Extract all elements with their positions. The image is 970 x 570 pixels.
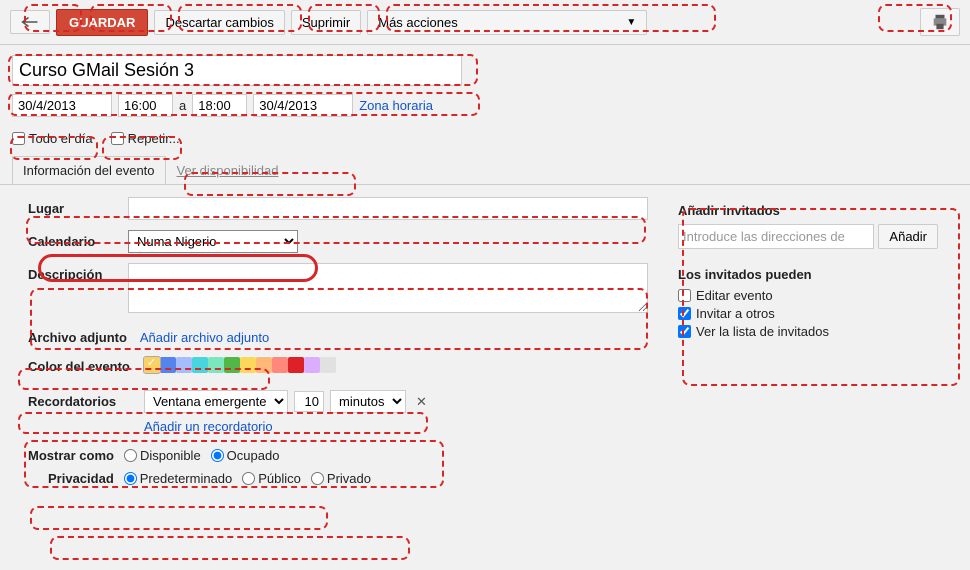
tab-availability[interactable]: Ver disponibilidad: [166, 156, 290, 184]
color-swatch[interactable]: [288, 357, 304, 373]
guest-permissions-title: Los invitados pueden: [678, 267, 938, 282]
end-date-input[interactable]: [253, 94, 353, 117]
privacy-private-radio[interactable]: Privado: [311, 471, 371, 486]
add-reminder-link[interactable]: Añadir un recordatorio: [144, 419, 273, 434]
start-time-input[interactable]: [118, 94, 173, 117]
attachment-label: Archivo adjunto: [28, 330, 127, 345]
show-as-busy-radio[interactable]: Ocupado: [211, 448, 280, 463]
reminder-unit-select[interactable]: minutos: [330, 390, 406, 413]
color-swatch[interactable]: [320, 357, 336, 373]
back-arrow-icon: [21, 15, 39, 29]
delete-button[interactable]: Suprimir: [291, 10, 361, 35]
print-button[interactable]: [920, 8, 960, 36]
printer-icon: [931, 13, 949, 31]
place-label: Lugar: [28, 197, 128, 216]
timezone-link[interactable]: Zona horaria: [359, 98, 433, 113]
color-swatch[interactable]: [192, 357, 208, 373]
color-swatch[interactable]: [160, 357, 176, 373]
annotation-overlay: [50, 536, 410, 560]
reminders-label: Recordatorios: [28, 394, 128, 409]
color-swatch[interactable]: [176, 357, 192, 373]
description-textarea[interactable]: [128, 263, 648, 313]
show-as-available-radio[interactable]: Disponible: [124, 448, 201, 463]
calendar-label: Calendario: [28, 230, 128, 249]
show-as-label: Mostrar como: [28, 448, 114, 463]
annotation-overlay: [30, 506, 328, 530]
repeat-checkbox[interactable]: Repetir...: [111, 131, 180, 146]
place-input[interactable]: [128, 197, 648, 220]
start-date-input[interactable]: [12, 94, 112, 117]
color-swatch[interactable]: [272, 357, 288, 373]
perm-edit-checkbox[interactable]: Editar evento: [678, 288, 938, 303]
to-label: a: [179, 98, 186, 113]
guest-email-input[interactable]: [678, 224, 874, 249]
more-actions-dropdown[interactable]: Más acciones ▼: [367, 10, 647, 35]
color-swatch[interactable]: [240, 357, 256, 373]
color-label: Color del evento: [28, 359, 130, 374]
end-time-input[interactable]: [192, 94, 247, 117]
remove-reminder-icon[interactable]: ✕: [412, 394, 431, 410]
discard-button[interactable]: Descartar cambios: [154, 10, 284, 35]
calendar-select[interactable]: Numa Nigerio: [128, 230, 298, 253]
more-actions-label: Más acciones: [378, 15, 457, 30]
back-button[interactable]: [10, 10, 50, 34]
save-button[interactable]: GUARDAR: [56, 9, 148, 36]
event-title-input[interactable]: [12, 55, 462, 86]
reminder-amount-input[interactable]: [294, 391, 324, 412]
guests-title: Añadir invitados: [678, 203, 938, 218]
reminder-method-select[interactable]: Ventana emergente: [144, 390, 288, 413]
color-swatch[interactable]: [256, 357, 272, 373]
add-attachment-link[interactable]: Añadir archivo adjunto: [140, 330, 269, 345]
date-time-row: a Zona horaria: [0, 90, 970, 121]
perm-invite-checkbox[interactable]: Invitar a otros: [678, 306, 938, 321]
color-row: Color del evento: [28, 357, 648, 376]
privacy-public-radio[interactable]: Público: [242, 471, 301, 486]
add-guest-button[interactable]: Añadir: [878, 224, 938, 249]
privacy-label: Privacidad: [48, 471, 114, 486]
perm-see-list-checkbox[interactable]: Ver la lista de invitados: [678, 324, 938, 339]
color-swatch[interactable]: [144, 357, 160, 373]
color-swatch[interactable]: [208, 357, 224, 373]
color-swatch[interactable]: [224, 357, 240, 373]
privacy-default-radio[interactable]: Predeterminado: [124, 471, 233, 486]
color-swatch[interactable]: [304, 357, 320, 373]
tab-event-info[interactable]: Información del evento: [12, 156, 166, 184]
all-day-checkbox[interactable]: Todo el día: [12, 131, 93, 146]
description-label: Descripción: [28, 263, 128, 282]
chevron-down-icon: ▼: [626, 17, 636, 28]
toolbar: GUARDAR Descartar cambios Suprimir Más a…: [0, 0, 970, 45]
